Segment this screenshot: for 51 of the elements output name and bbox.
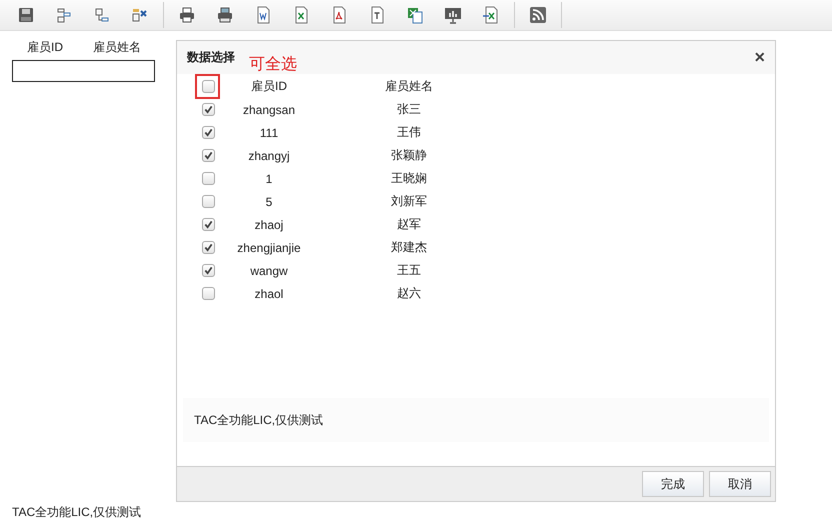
checkbox[interactable]	[202, 149, 214, 162]
printer-icon[interactable]	[216, 6, 234, 24]
tree-remove-icon[interactable]	[93, 6, 111, 24]
table-cell-text: 5	[264, 194, 274, 208]
printer-icon[interactable]	[178, 6, 196, 24]
table-cell-text: 111	[258, 126, 280, 140]
spreadsheet-icon[interactable]	[406, 6, 424, 24]
table-cell-text: zhaoj	[254, 218, 284, 232]
table-cell-text: 张三	[396, 101, 422, 118]
table-cell-text: 刘新军	[390, 193, 428, 210]
checkbox[interactable]	[202, 195, 214, 208]
table-cell-text: 王伟	[396, 124, 422, 141]
save-icon[interactable]	[17, 6, 35, 24]
table-cell-text: 王晓娴	[390, 170, 428, 187]
table-cell-text: 1	[264, 172, 274, 186]
table-cell-text: 郑建杰	[390, 239, 428, 256]
tree-delete-icon[interactable]	[131, 6, 149, 24]
table-cell-text: wangw	[249, 264, 289, 278]
done-button[interactable]: 完成	[642, 471, 704, 497]
table-cell-text: zhengjianjie	[236, 240, 302, 254]
table-cell-text: zhaol	[254, 286, 284, 300]
checkbox[interactable]	[202, 80, 214, 93]
checkbox[interactable]	[202, 218, 214, 231]
highlight-frame	[195, 74, 220, 99]
checkbox[interactable]	[202, 103, 214, 116]
table-cell-text: zhangyj	[247, 148, 291, 162]
column-header: 雇员姓名	[384, 78, 434, 95]
column-header: 雇员ID	[250, 78, 288, 95]
checkbox[interactable]	[202, 172, 214, 185]
table-cell-text: 赵六	[396, 285, 422, 302]
table-cell-text: 王五	[396, 262, 422, 279]
column-header: 雇员姓名	[93, 39, 141, 56]
input-field[interactable]	[12, 60, 155, 82]
checkbox[interactable]	[202, 241, 214, 254]
checkbox[interactable]	[202, 287, 214, 300]
table-cell-text: 赵军	[396, 216, 422, 233]
license-note: TAC全功能LIC,仅供测试	[12, 504, 142, 521]
table-cell-text: zhangsan	[242, 102, 296, 116]
excel-import-icon[interactable]	[482, 6, 500, 24]
checkbox[interactable]	[202, 126, 214, 139]
tree-add-icon[interactable]	[55, 6, 73, 24]
close-button[interactable]: ×	[754, 47, 765, 68]
dialog-title: 数据选择	[187, 49, 235, 66]
column-header: 雇员ID	[27, 39, 63, 56]
chart-icon[interactable]	[444, 6, 462, 24]
license-note: TAC全功能LIC,仅供测试	[194, 412, 324, 428]
rss-icon[interactable]	[529, 6, 547, 24]
table-cell-text: 张颖静	[390, 147, 428, 164]
checkbox[interactable]	[202, 264, 214, 277]
cancel-button[interactable]: 取消	[709, 471, 771, 497]
annotation-text: 可全选	[249, 54, 297, 75]
